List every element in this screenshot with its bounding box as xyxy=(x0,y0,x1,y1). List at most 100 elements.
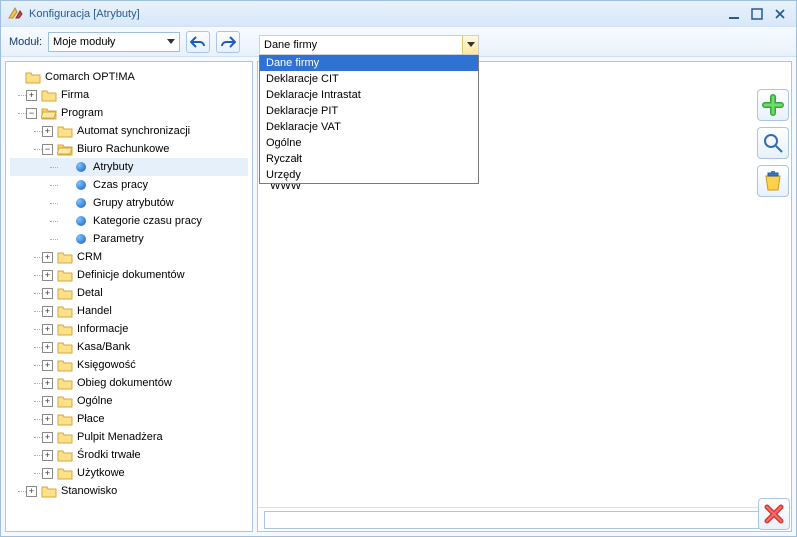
expand-icon[interactable]: + xyxy=(42,252,53,263)
tree-firma[interactable]: + Firma xyxy=(10,86,248,104)
expand-icon[interactable]: + xyxy=(42,414,53,425)
expand-icon[interactable]: + xyxy=(42,396,53,407)
folder-icon xyxy=(57,285,73,301)
right-toolbar xyxy=(756,89,790,197)
tree-leaf[interactable]: Grupy atrybutów xyxy=(10,194,248,212)
window-close-button[interactable] xyxy=(770,6,790,22)
tree-leaf[interactable]: Czas pracy xyxy=(10,176,248,194)
dropdown-option[interactable]: Deklaracje Intrastat xyxy=(260,87,478,103)
tree-item[interactable]: −Biuro Rachunkowe xyxy=(10,140,248,158)
dropdown-option[interactable]: Dane firmy xyxy=(260,55,478,71)
tree-item[interactable]: +Obieg dokumentów xyxy=(10,374,248,392)
tree-leaf[interactable]: Kategorie czasu pracy xyxy=(10,212,248,230)
category-select[interactable]: Dane firmy xyxy=(259,35,479,55)
folder-icon xyxy=(57,465,73,481)
chevron-down-icon xyxy=(163,33,179,51)
tree-item[interactable]: +Kasa/Bank xyxy=(10,338,248,356)
dropdown-option[interactable]: Ryczałt xyxy=(260,151,478,167)
expand-icon[interactable]: + xyxy=(42,270,53,281)
search-button[interactable] xyxy=(757,127,789,159)
folder-icon xyxy=(57,357,73,373)
expand-icon[interactable]: + xyxy=(26,90,37,101)
tree-program[interactable]: − Program xyxy=(10,104,248,122)
tree-item[interactable]: +Definicje dokumentów xyxy=(10,266,248,284)
expand-icon[interactable]: + xyxy=(42,342,53,353)
dot-icon xyxy=(76,180,86,190)
expand-icon[interactable]: + xyxy=(42,432,53,443)
expand-icon[interactable]: + xyxy=(42,288,53,299)
delete-button[interactable] xyxy=(757,165,789,197)
dot-icon xyxy=(76,198,86,208)
category-dropdown-list[interactable]: Dane firmyDeklaracje CITDeklaracje Intra… xyxy=(259,54,479,184)
folder-icon xyxy=(57,393,73,409)
folder-icon xyxy=(57,267,73,283)
window-maximize-button[interactable] xyxy=(747,6,767,22)
expand-icon[interactable]: + xyxy=(42,324,53,335)
folder-icon xyxy=(57,411,73,427)
dot-icon xyxy=(76,234,86,244)
dropdown-option[interactable]: Deklaracje VAT xyxy=(260,119,478,135)
folder-open-icon xyxy=(41,105,57,121)
status-bar: 11 xyxy=(258,507,791,531)
close-button[interactable] xyxy=(758,498,790,530)
folder-icon xyxy=(57,249,73,265)
collapse-icon[interactable]: − xyxy=(26,108,37,119)
folder-icon xyxy=(41,483,57,499)
tree-item[interactable]: +Handel xyxy=(10,302,248,320)
folder-icon xyxy=(57,447,73,463)
module-select[interactable]: Moje moduły xyxy=(48,32,180,52)
tree-stanowisko[interactable]: + Stanowisko xyxy=(10,482,248,500)
app-icon xyxy=(7,6,23,22)
folder-open-icon xyxy=(57,141,73,157)
expand-icon[interactable]: + xyxy=(42,126,53,137)
category-select-value: Dane firmy xyxy=(264,39,317,51)
dropdown-option[interactable]: Deklaracje PIT xyxy=(260,103,478,119)
expand-icon[interactable]: + xyxy=(42,360,53,371)
folder-icon xyxy=(57,123,73,139)
tree-leaf[interactable]: Atrybuty xyxy=(10,158,248,176)
module-select-value: Moje moduły xyxy=(53,36,115,48)
tree-root[interactable]: Comarch OPT!MA xyxy=(10,68,248,86)
folder-icon xyxy=(57,303,73,319)
chevron-down-icon xyxy=(462,36,478,54)
app-window: Konfiguracja [Atrybuty] Moduł: Moje modu… xyxy=(0,0,797,537)
tree-item[interactable]: +CRM xyxy=(10,248,248,266)
folder-icon xyxy=(57,339,73,355)
folder-icon xyxy=(25,69,41,85)
tree-item[interactable]: +Informacje xyxy=(10,320,248,338)
window-minimize-button[interactable] xyxy=(724,6,744,22)
window-title: Konfiguracja [Atrybuty] xyxy=(29,8,140,20)
tree-item[interactable]: +Księgowość xyxy=(10,356,248,374)
tree-pane[interactable]: Comarch OPT!MA + Firma − Program +Automa… xyxy=(5,61,253,532)
folder-icon xyxy=(57,321,73,337)
tree-leaf[interactable]: Parametry xyxy=(10,230,248,248)
tree-item[interactable]: +Automat synchronizacji xyxy=(10,122,248,140)
nav-back-button[interactable] xyxy=(186,31,210,53)
tree-item[interactable]: +Ogólne xyxy=(10,392,248,410)
tree-item[interactable]: +Pulpit Menadżera xyxy=(10,428,248,446)
expand-icon[interactable]: + xyxy=(26,486,37,497)
folder-icon xyxy=(57,375,73,391)
category-dropdown-wrapper: Dane firmy Dane firmyDeklaracje CITDekla… xyxy=(259,35,479,184)
dropdown-option[interactable]: Deklaracje CIT xyxy=(260,71,478,87)
dot-icon xyxy=(76,162,86,172)
dropdown-option[interactable]: Urzędy xyxy=(260,167,478,183)
tree-item[interactable]: +Detal xyxy=(10,284,248,302)
tree-item[interactable]: +Środki trwałe xyxy=(10,446,248,464)
expand-icon[interactable]: + xyxy=(42,306,53,317)
expand-icon[interactable]: + xyxy=(42,378,53,389)
dot-icon xyxy=(76,216,86,226)
add-button[interactable] xyxy=(757,89,789,121)
record-count-field[interactable]: 11 xyxy=(264,511,785,529)
dropdown-option[interactable]: Ogólne xyxy=(260,135,478,151)
folder-icon xyxy=(57,429,73,445)
titlebar: Konfiguracja [Atrybuty] xyxy=(1,1,796,27)
tree-item[interactable]: +Użytkowe xyxy=(10,464,248,482)
expand-icon[interactable]: + xyxy=(42,450,53,461)
nav-forward-button[interactable] xyxy=(216,31,240,53)
collapse-icon[interactable]: − xyxy=(42,144,53,155)
expand-icon[interactable]: + xyxy=(42,468,53,479)
module-label: Moduł: xyxy=(9,36,42,48)
folder-icon xyxy=(41,87,57,103)
tree-item[interactable]: +Płace xyxy=(10,410,248,428)
